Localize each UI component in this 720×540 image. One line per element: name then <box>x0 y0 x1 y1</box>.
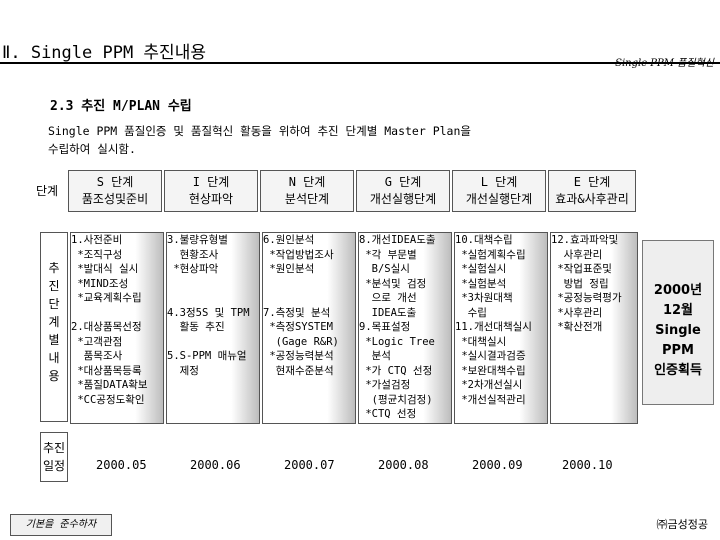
date-e: 2000.10 <box>562 458 613 472</box>
stage-i: I 단계 현상파악 <box>164 170 258 212</box>
date-l: 2000.09 <box>472 458 523 472</box>
date-i: 2000.06 <box>190 458 241 472</box>
page-title: Ⅱ. Single PPM 추진내용 <box>2 43 206 63</box>
date-g: 2000.08 <box>378 458 429 472</box>
intro-text: Single PPM 품질인증 및 품질혁신 활동을 위하여 추진 단계별 Ma… <box>48 124 471 156</box>
stage-letter: G 단계 <box>384 175 422 189</box>
stage-name: 품조성및준비 <box>81 192 149 206</box>
stage-name: 현상파악 <box>188 192 234 206</box>
column-l: 10.대책수립 *실험계획수립 *실험실시 *실험분석 *3차원대책 수립 11… <box>454 232 548 424</box>
header-divider <box>0 62 720 64</box>
stage-name: 효과&사후관리 <box>555 192 629 206</box>
footer-motto: 기본을 준수하자 <box>10 514 112 536</box>
stage-e: E 단계 효과&사후관리 <box>548 170 636 212</box>
stage-letter: N 단계 <box>288 175 326 189</box>
stage-name: 개선실행단계 <box>465 192 533 206</box>
column-i: 3.불량유형별 현황조사 *현상파악 4.3정5S 및 TPM 활동 추진 5.… <box>166 232 260 424</box>
date-s: 2000.05 <box>96 458 147 472</box>
section-subtitle: 2.3 추진 M/PLAN 수립 <box>50 99 192 114</box>
stage-n: N 단계 분석단계 <box>260 170 354 212</box>
stage-letter: I 단계 <box>192 175 230 189</box>
column-s: 1.사전준비 *조직구성 *발대식 실시 *MIND조성 *교육계획수립 2.대… <box>70 232 164 424</box>
date-row-label: 추진 일정 <box>40 432 68 482</box>
stage-name: 분석단계 <box>284 192 330 206</box>
column-g: 8.개선IDEA도출 *각 부문별 B/S실시 *분석및 검정 으로 개선 ID… <box>358 232 452 424</box>
stage-name: 개선실행단계 <box>369 192 437 206</box>
company-name: ㈜금성정공 <box>656 518 708 531</box>
date-n: 2000.07 <box>284 458 335 472</box>
stage-letter: E 단계 <box>573 175 611 189</box>
stage-row-label: 단계 <box>36 183 59 198</box>
stage-g: G 단계 개선실행단계 <box>356 170 450 212</box>
column-n: 6.원인분석 *작업방법조사 *원인분석 7.측정및 분석 *측정SYSTEM … <box>262 232 356 424</box>
content-row-label: 추 진 단 계 별 내 용 <box>40 232 68 422</box>
stage-s: S 단계 품조성및준비 <box>68 170 162 212</box>
column-e: 12.효과파악및 사후관리 *작업표준및 방법 정립 *공정능력평가 *사후관리… <box>550 232 638 424</box>
stage-letter: S 단계 <box>96 175 134 189</box>
stage-letter: L 단계 <box>480 175 518 189</box>
stage-l: L 단계 개선실행단계 <box>452 170 546 212</box>
certification-callout: 2000년 12월 Single PPM 인증획득 <box>642 240 714 405</box>
